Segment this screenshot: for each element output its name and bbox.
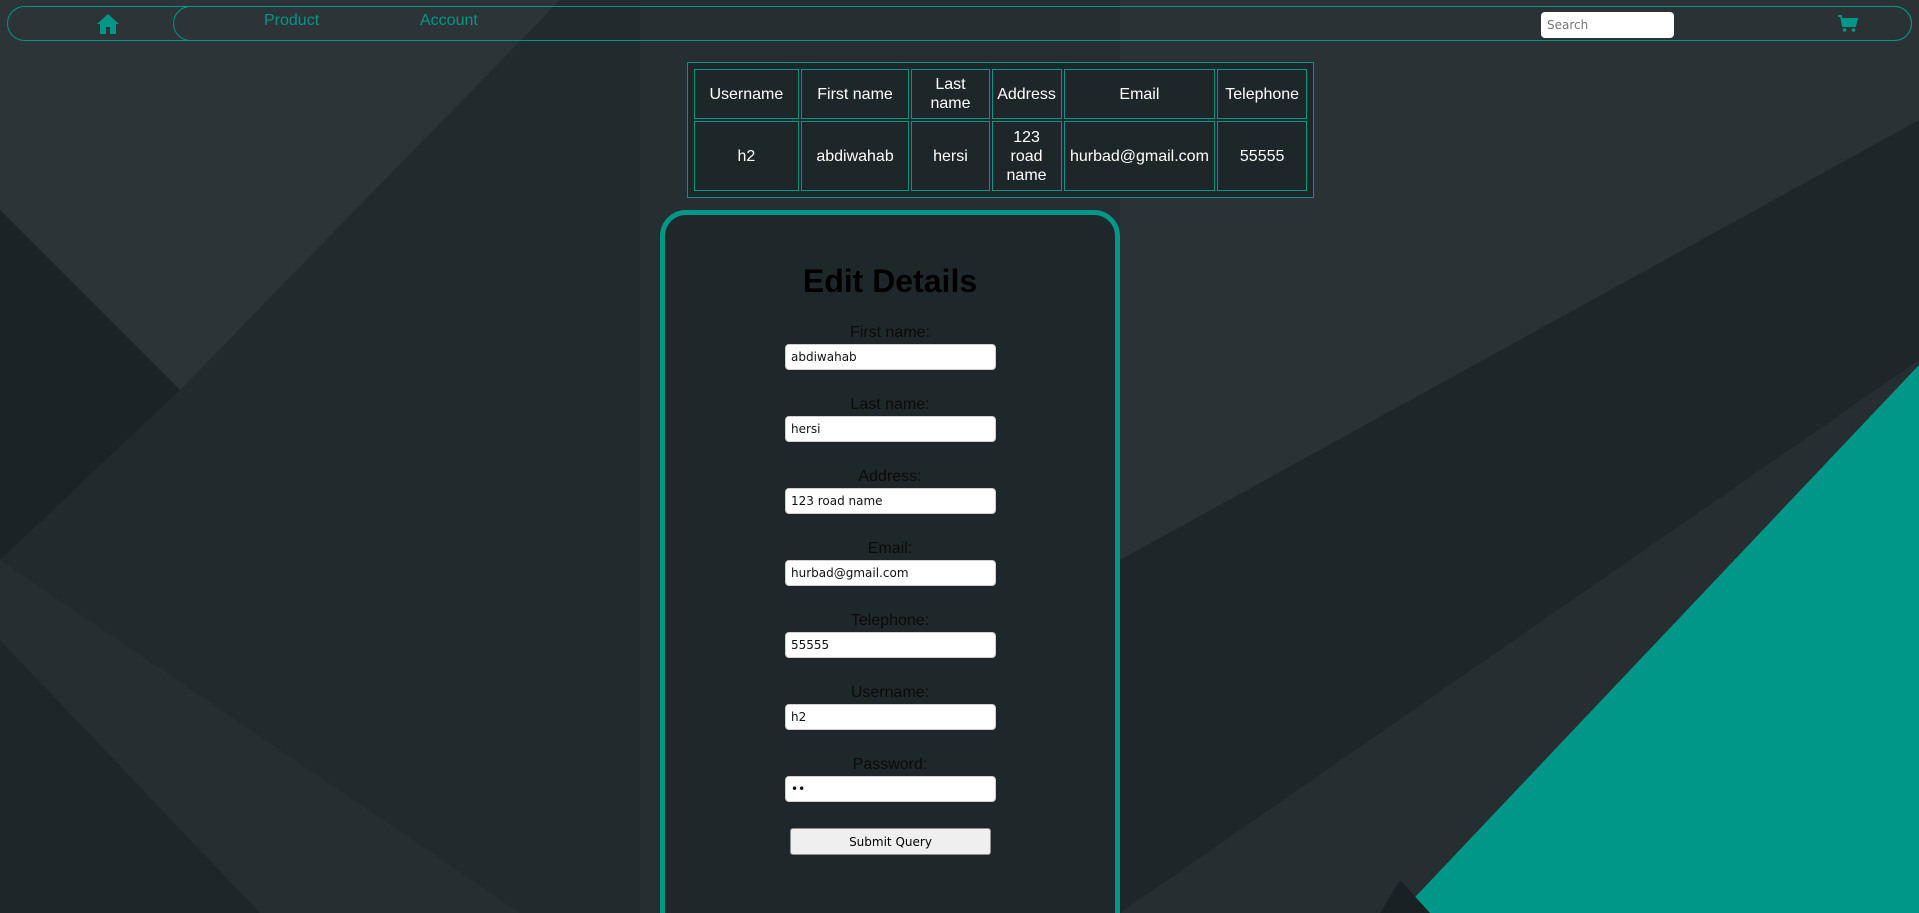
cell-address: 123 road name: [991, 121, 1062, 191]
column-header-address: Address: [991, 69, 1062, 119]
password-field[interactable]: [785, 776, 996, 802]
column-header-telephone: Telephone: [1217, 69, 1307, 119]
address-label: Address:: [858, 468, 922, 485]
cell-username: h2: [694, 121, 799, 191]
submit-button[interactable]: Submit Query: [790, 828, 991, 855]
shopping-cart-icon: [1838, 15, 1859, 32]
first-name-label: First name:: [849, 324, 930, 341]
form-title: Edit Details: [802, 263, 978, 299]
column-header-last-name: Last name: [911, 69, 990, 119]
cell-first-name: abdiwahab: [800, 121, 910, 191]
user-details-table: Username First name Last name Address Em…: [687, 62, 1314, 198]
email-field[interactable]: [785, 560, 996, 586]
cell-last-name: hersi: [911, 121, 990, 191]
search-input[interactable]: [1541, 12, 1674, 38]
cell-telephone: 55555: [1217, 121, 1307, 191]
home-icon: [97, 14, 119, 34]
first-name-field[interactable]: [785, 344, 996, 370]
edit-details-form: Edit Details First name: Last name: Addr…: [660, 210, 1120, 913]
last-name-label: Last name:: [850, 396, 930, 413]
username-field[interactable]: [785, 704, 996, 730]
table-header-row: Username First name Last name Address Em…: [694, 69, 1307, 119]
column-header-email: Email: [1063, 69, 1216, 119]
telephone-field[interactable]: [785, 632, 996, 658]
table-row: h2 abdiwahab hersi 123 road name hurbad@…: [694, 121, 1307, 191]
username-label: Username:: [850, 684, 930, 701]
telephone-label: Telephone:: [850, 612, 930, 629]
nav-link-product[interactable]: Product: [264, 12, 319, 30]
email-label: Email:: [867, 540, 913, 557]
home-button[interactable]: [96, 13, 120, 35]
cell-email: hurbad@gmail.com: [1063, 121, 1216, 191]
column-header-username: Username: [694, 69, 799, 119]
nav-link-account[interactable]: Account: [420, 12, 478, 30]
last-name-field[interactable]: [785, 416, 996, 442]
cart-button[interactable]: [1837, 15, 1859, 33]
address-field[interactable]: [785, 488, 996, 514]
column-header-first-name: First name: [800, 69, 910, 119]
password-label: Password:: [852, 756, 928, 773]
